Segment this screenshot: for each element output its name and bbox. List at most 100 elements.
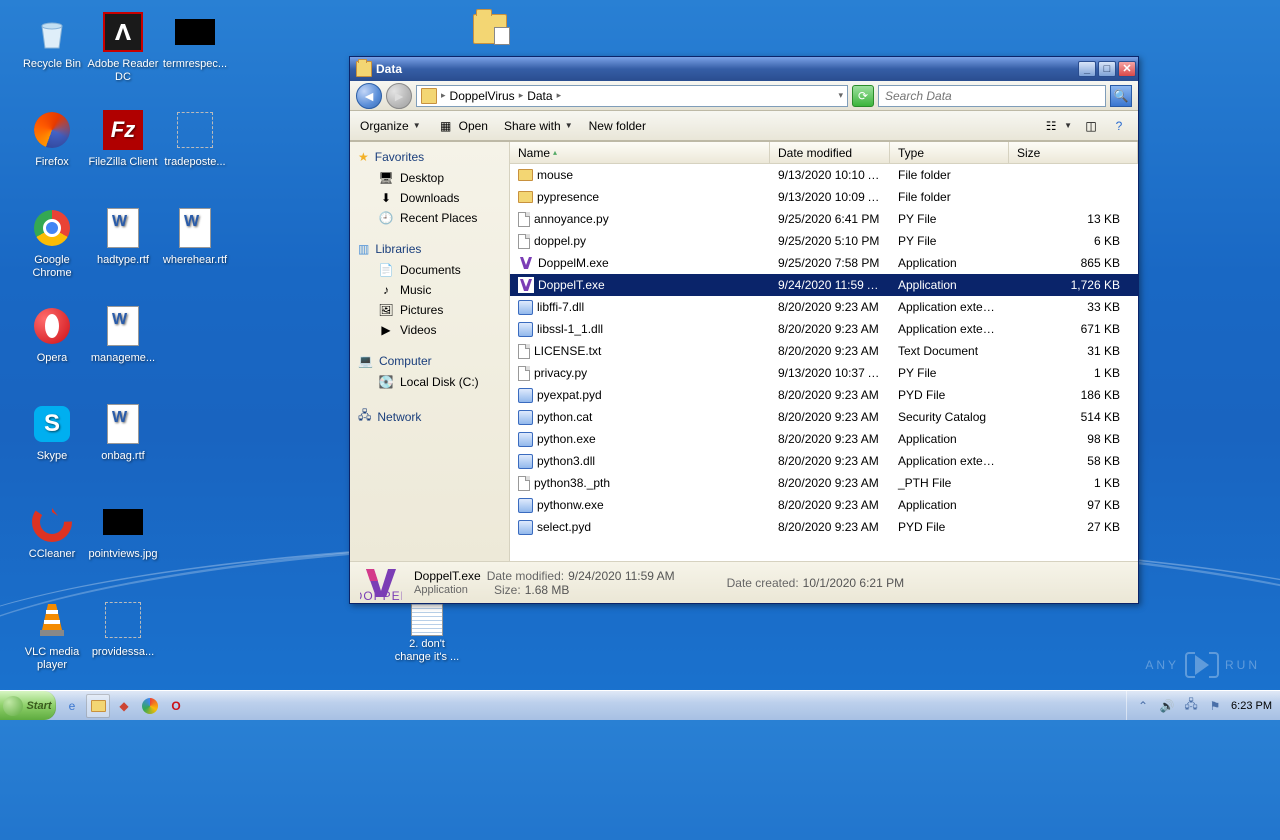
tray-volume-icon[interactable]: 🔊 bbox=[1159, 698, 1175, 714]
file-row[interactable]: DoppelT.exe9/24/2020 11:59 AMApplication… bbox=[510, 274, 1138, 296]
forward-button[interactable]: ► bbox=[386, 83, 412, 109]
tray-flag-icon[interactable]: ⚑ bbox=[1207, 698, 1223, 714]
new-folder-button[interactable]: New folder bbox=[589, 119, 646, 133]
view-icon: ☷ bbox=[1042, 118, 1060, 134]
file-row[interactable]: python38._pth8/20/2020 9:23 AM_PTH File1… bbox=[510, 472, 1138, 494]
titlebar[interactable]: Data _ □ ✕ bbox=[350, 57, 1138, 81]
nav-pictures[interactable]: 🖼Pictures bbox=[350, 300, 509, 320]
file-row[interactable]: libffi-7.dll8/20/2020 9:23 AMApplication… bbox=[510, 296, 1138, 318]
help-button[interactable]: ? bbox=[1110, 118, 1128, 134]
taskbar-explorer[interactable] bbox=[86, 694, 110, 718]
details-filename: DoppelT.exe bbox=[414, 569, 481, 583]
maximize-button[interactable]: □ bbox=[1098, 61, 1116, 77]
desktop-icon[interactable]: Firefox bbox=[15, 106, 89, 169]
desktop-icon[interactable]: providessa... bbox=[86, 596, 160, 659]
libraries-header[interactable]: ▥Libraries bbox=[350, 238, 509, 260]
svg-text:DOPPEL: DOPPEL bbox=[360, 589, 402, 601]
file-row[interactable]: annoyance.py9/25/2020 6:41 PMPY File13 K… bbox=[510, 208, 1138, 230]
start-button[interactable]: Start bbox=[0, 691, 56, 720]
nav-recent[interactable]: 🕘Recent Places bbox=[350, 208, 509, 228]
search-input[interactable] bbox=[879, 89, 1105, 103]
chevron-right-icon[interactable]: ▸ bbox=[441, 90, 446, 101]
explorer-window: Data _ □ ✕ ◄ ► ▸ DoppelVirus ▸ Data ▸ ▾ … bbox=[349, 56, 1139, 604]
desktop-icon[interactable]: FzFileZilla Client bbox=[86, 106, 160, 169]
folder-icon bbox=[421, 88, 437, 104]
chevron-down-icon[interactable]: ▾ bbox=[838, 90, 843, 101]
desktop-icon[interactable]: Adobe Reader DC bbox=[86, 8, 160, 84]
file-row[interactable]: pyexpat.pyd8/20/2020 9:23 AMPYD File186 … bbox=[510, 384, 1138, 406]
desktop-icon[interactable]: termrespec... bbox=[158, 8, 232, 71]
file-row[interactable]: python.exe8/20/2020 9:23 AMApplication98… bbox=[510, 428, 1138, 450]
taskbar-ie[interactable]: e bbox=[60, 694, 84, 718]
desktop-icon[interactable]: Wmanageme... bbox=[86, 302, 160, 365]
search-box[interactable] bbox=[878, 85, 1106, 107]
desktop-icon[interactable]: Recycle Bin bbox=[15, 8, 89, 71]
refresh-button[interactable]: ⟳ bbox=[852, 85, 874, 107]
file-row[interactable]: python3.dll8/20/2020 9:23 AMApplication … bbox=[510, 450, 1138, 472]
desktop-icon[interactable]: CCleaner bbox=[15, 498, 89, 561]
taskbar-app[interactable]: ◆ bbox=[112, 694, 136, 718]
tray-network-icon[interactable]: 🖧 bbox=[1183, 698, 1199, 714]
chevron-right-icon[interactable]: ▸ bbox=[519, 90, 524, 101]
file-row[interactable]: select.pyd8/20/2020 9:23 AMPYD File27 KB bbox=[510, 516, 1138, 538]
toolbar: Organize▼ ▦Open Share with▼ New folder ☷… bbox=[350, 111, 1138, 141]
breadcrumb-segment[interactable]: Data bbox=[527, 89, 552, 103]
desktop-icon[interactable]: VLC media player bbox=[15, 596, 89, 672]
file-row[interactable]: LICENSE.txt8/20/2020 9:23 AMText Documen… bbox=[510, 340, 1138, 362]
computer-header[interactable]: 💻Computer bbox=[350, 350, 509, 372]
col-date[interactable]: Date modified bbox=[770, 142, 890, 163]
desktop-icon[interactable]: Google Chrome bbox=[15, 204, 89, 280]
desktop-icon[interactable]: Whadtype.rtf bbox=[86, 204, 160, 267]
clock[interactable]: 6:23 PM bbox=[1231, 700, 1272, 712]
file-row[interactable]: python.cat8/20/2020 9:23 AMSecurity Cata… bbox=[510, 406, 1138, 428]
nav-desktop[interactable]: 🖥Desktop bbox=[350, 168, 509, 188]
nav-local-disk[interactable]: 💽Local Disk (C:) bbox=[350, 372, 509, 392]
organize-menu[interactable]: Organize▼ bbox=[360, 119, 421, 133]
share-menu[interactable]: Share with▼ bbox=[504, 119, 573, 133]
taskbar-opera[interactable]: O bbox=[164, 694, 188, 718]
desktop-icon[interactable]: 2. don't change it's ... bbox=[390, 596, 464, 664]
favorites-header[interactable]: Favorites bbox=[350, 146, 509, 168]
chevron-right-icon[interactable]: ▸ bbox=[557, 90, 562, 101]
nav-music[interactable]: ♪Music bbox=[350, 280, 509, 300]
address-bar[interactable]: ▸ DoppelVirus ▸ Data ▸ ▾ bbox=[416, 85, 848, 107]
file-rows[interactable]: mouse9/13/2020 10:10 AMFile folderpypres… bbox=[510, 164, 1138, 561]
computer-icon: 💻 bbox=[358, 354, 373, 368]
nav-documents[interactable]: 📄Documents bbox=[350, 260, 509, 280]
col-size[interactable]: Size bbox=[1009, 142, 1138, 163]
disk-icon: 💽 bbox=[378, 375, 394, 389]
tray-expand-icon[interactable]: ⌃ bbox=[1135, 698, 1151, 714]
breadcrumb-segment[interactable]: DoppelVirus bbox=[450, 89, 515, 103]
nav-downloads[interactable]: ⬇Downloads bbox=[350, 188, 509, 208]
file-row[interactable]: mouse9/13/2020 10:10 AMFile folder bbox=[510, 164, 1138, 186]
file-row[interactable]: libssl-1_1.dll8/20/2020 9:23 AMApplicati… bbox=[510, 318, 1138, 340]
col-type[interactable]: Type bbox=[890, 142, 1009, 163]
desktop-icon[interactable]: pointviews.jpg bbox=[86, 498, 160, 561]
desktop-icon[interactable]: Opera bbox=[15, 302, 89, 365]
view-menu[interactable]: ☷▼ bbox=[1042, 118, 1072, 134]
desktop-icon[interactable]: tradeposte... bbox=[158, 106, 232, 169]
nav-videos[interactable]: ▶Videos bbox=[350, 320, 509, 340]
search-button[interactable]: 🔍 bbox=[1110, 85, 1132, 107]
taskbar-chrome[interactable] bbox=[138, 694, 162, 718]
details-pane: DOPPEL DoppelT.exe Date modified:9/24/20… bbox=[350, 561, 1138, 603]
desktop-icon[interactable]: SSkype bbox=[15, 400, 89, 463]
col-name[interactable]: Name▴ bbox=[510, 142, 770, 163]
file-row[interactable]: pythonw.exe8/20/2020 9:23 AMApplication9… bbox=[510, 494, 1138, 516]
open-button[interactable]: ▦Open bbox=[437, 118, 488, 134]
file-row[interactable]: DoppelM.exe9/25/2020 7:58 PMApplication8… bbox=[510, 252, 1138, 274]
network-header[interactable]: 🖧Network bbox=[350, 402, 509, 431]
doppelvirus-icon: DOPPEL bbox=[360, 565, 402, 601]
file-row[interactable]: doppel.py9/25/2020 5:10 PMPY File6 KB bbox=[510, 230, 1138, 252]
back-button[interactable]: ◄ bbox=[356, 83, 382, 109]
desktop-icon[interactable]: Wonbag.rtf bbox=[86, 400, 160, 463]
documents-icon: 📄 bbox=[378, 263, 394, 277]
minimize-button[interactable]: _ bbox=[1078, 61, 1096, 77]
preview-pane-button[interactable]: ◫ bbox=[1082, 118, 1100, 134]
desktop-icon[interactable]: Wwherehear.rtf bbox=[158, 204, 232, 267]
desktop-icon: 🖥 bbox=[378, 171, 394, 185]
close-button[interactable]: ✕ bbox=[1118, 61, 1136, 77]
file-row[interactable]: privacy.py9/13/2020 10:37 AMPY File1 KB bbox=[510, 362, 1138, 384]
file-row[interactable]: pypresence9/13/2020 10:09 AMFile folder bbox=[510, 186, 1138, 208]
videos-icon: ▶ bbox=[378, 323, 394, 337]
